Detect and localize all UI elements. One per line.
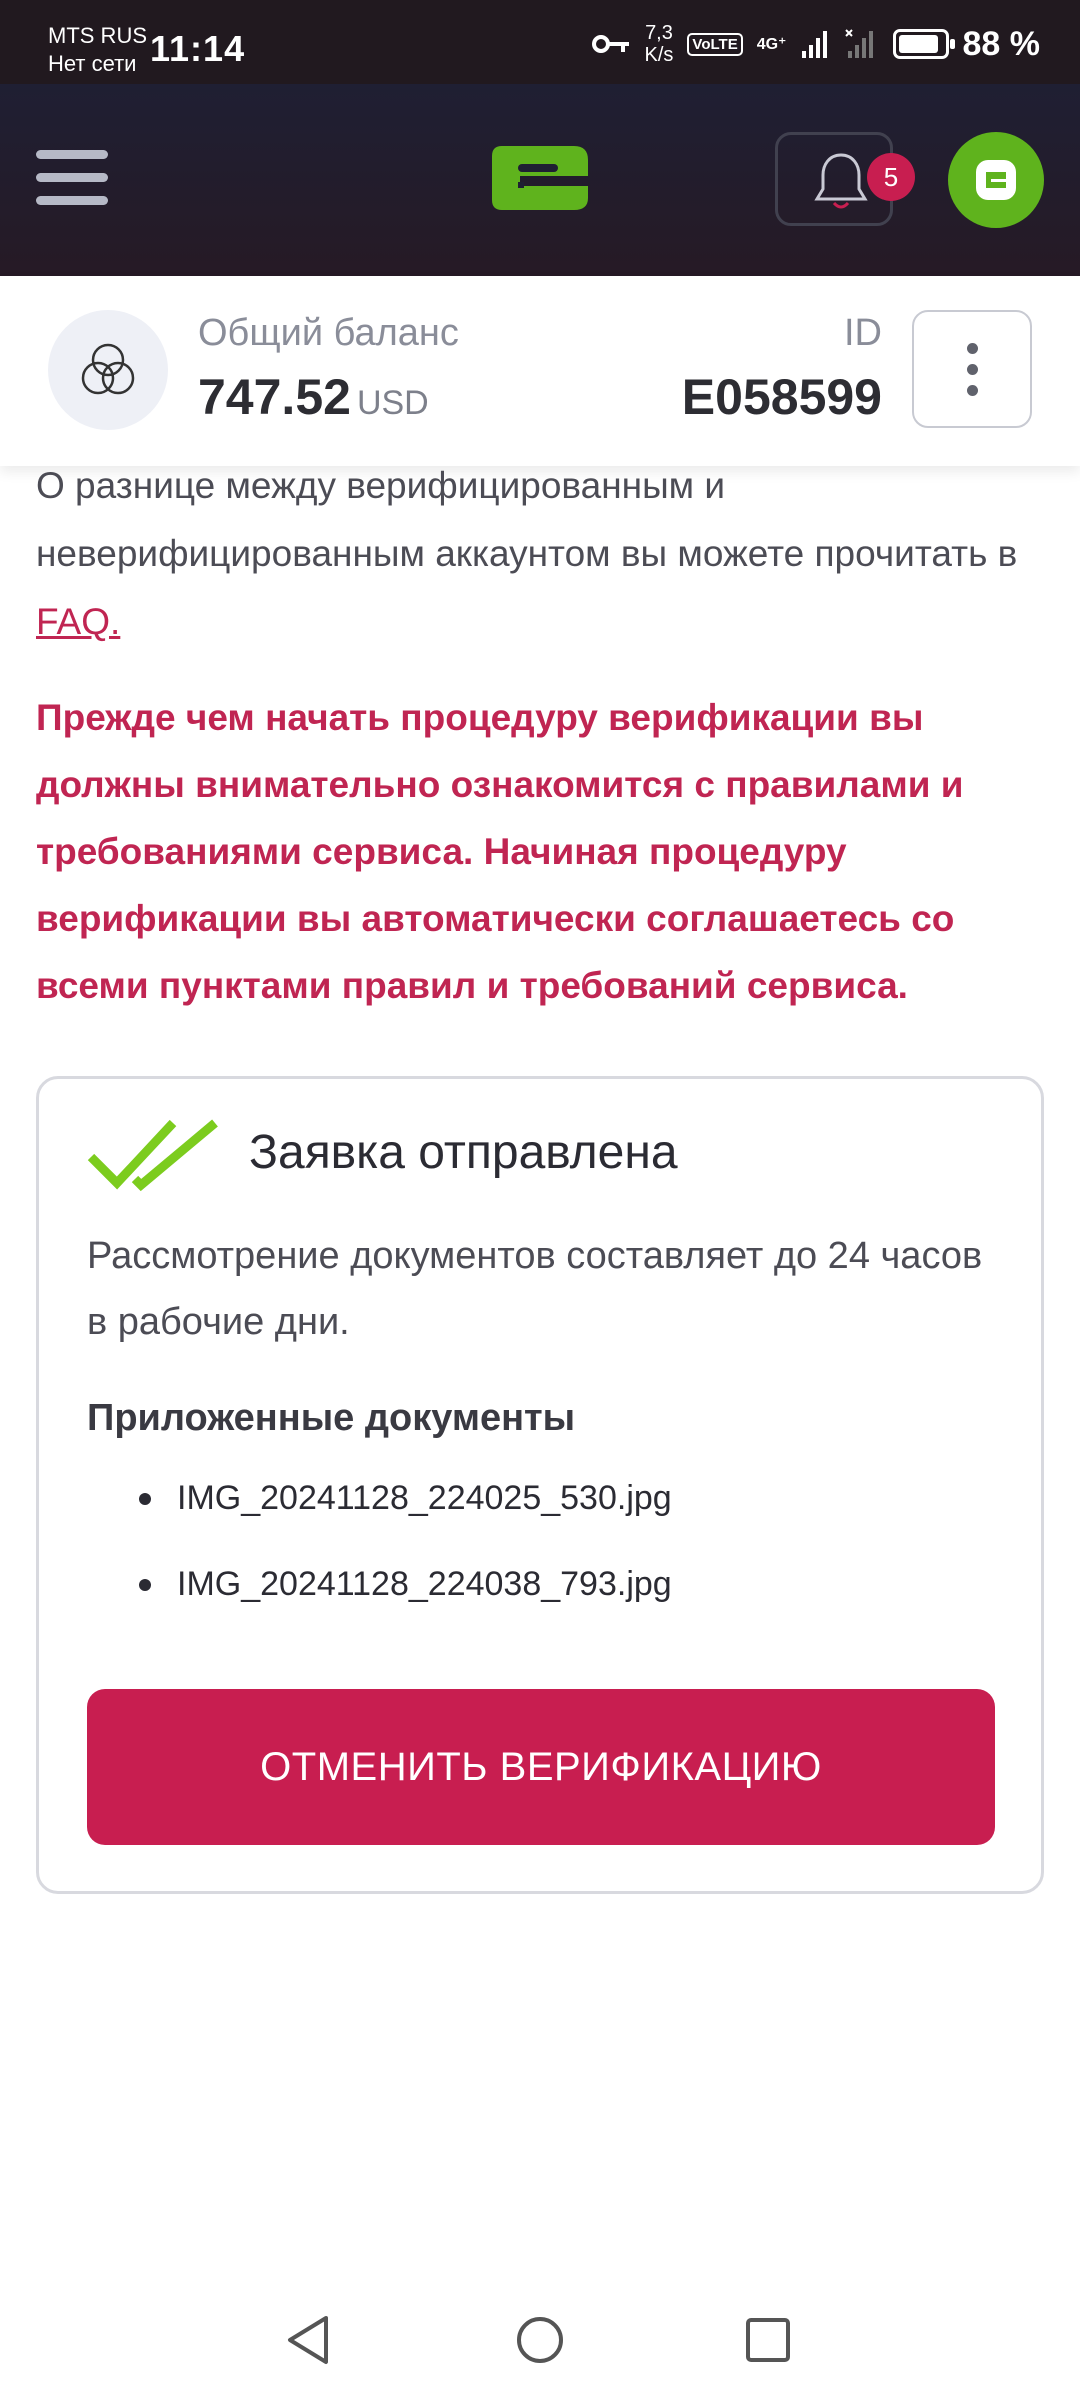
triple-circle-icon xyxy=(48,310,168,430)
signal-no-sim-icon xyxy=(844,29,879,59)
system-nav-bar xyxy=(0,2280,1080,2400)
list-item: IMG_20241128_224025_530.jpg xyxy=(139,1479,672,1565)
clock: 11:14 xyxy=(150,28,246,69)
document-name: IMG_20241128_224025_530.jpg xyxy=(177,1479,672,1517)
account-id-value: E058599 xyxy=(681,369,882,425)
nav-back-button[interactable] xyxy=(268,2300,348,2380)
carrier-status: Нет сети xyxy=(48,51,137,76)
hamburger-icon xyxy=(36,150,108,159)
bell-icon xyxy=(814,153,868,209)
cancel-verification-button[interactable]: ОТМЕНИТЬ ВЕРИФИКАЦИЮ xyxy=(87,1689,995,1845)
bullet-icon xyxy=(139,1493,151,1505)
intro-paragraph: О разнице между верифицированным и невер… xyxy=(36,452,1046,656)
faq-link[interactable]: FAQ. xyxy=(36,601,120,642)
recents-square-icon xyxy=(746,2318,790,2362)
key-icon xyxy=(591,33,631,55)
battery-percent: 88 % xyxy=(962,24,1041,63)
nav-recents-button[interactable] xyxy=(728,2300,808,2380)
battery-fill xyxy=(898,35,938,53)
wallet-icon xyxy=(976,160,1016,200)
account-id-label: ID xyxy=(844,312,882,354)
balance-amount: 747.52 USD xyxy=(198,368,429,426)
balance-label: Общий баланс xyxy=(198,312,459,354)
home-circle-icon xyxy=(517,2317,563,2363)
attached-docs-title: Приложенные документы xyxy=(87,1397,576,1439)
back-triangle-icon xyxy=(288,2316,328,2364)
profile-button[interactable] xyxy=(948,132,1044,228)
double-check-icon xyxy=(87,1117,221,1202)
carrier-name: MTS RUS xyxy=(48,23,147,48)
bullet-icon xyxy=(139,1579,151,1591)
verification-warning: Прежде чем начать процедуру верификации … xyxy=(36,697,964,1006)
intro-text: О разнице между верифицированным и невер… xyxy=(36,465,1018,574)
more-options-button[interactable] xyxy=(912,310,1032,428)
status-icons: 7,3 K/s VoLTE 4G⁺ 88 % xyxy=(591,22,1040,66)
balance-panel: Общий баланс 747.52 USD ID E058599 xyxy=(0,276,1080,466)
brand-logo[interactable] xyxy=(488,142,592,214)
verification-status-card: Заявка отправлена Рассмотрение документо… xyxy=(36,1076,1044,1894)
nav-home-button[interactable] xyxy=(500,2300,580,2380)
volte-badge: VoLTE xyxy=(687,32,743,56)
signal-icon xyxy=(801,29,831,59)
network-type: 4G⁺ xyxy=(756,36,787,53)
menu-button[interactable] xyxy=(36,150,108,208)
list-item: IMG_20241128_224038_793.jpg xyxy=(139,1565,672,1651)
carrier-info: MTS RUS Нет сети xyxy=(48,22,147,78)
notification-badge: 5 xyxy=(867,153,915,201)
kebab-icon xyxy=(966,342,978,354)
attached-docs-list: IMG_20241128_224025_530.jpg IMG_20241128… xyxy=(139,1479,672,1651)
speed-value: 7,3 xyxy=(645,22,673,44)
network-speed: 7,3 K/s xyxy=(645,22,674,66)
screen: MTS RUS Нет сети 11:14 7,3 K/s VoLTE 4G⁺ xyxy=(0,0,1080,2400)
card-title: Заявка отправлена xyxy=(249,1126,678,1179)
document-name: IMG_20241128_224038_793.jpg xyxy=(177,1565,672,1603)
speed-unit: K/s xyxy=(644,44,674,66)
review-time-text: Рассмотрение документов составляет до 24… xyxy=(87,1235,983,1343)
balance-currency: USD xyxy=(356,384,429,422)
balance-value: 747.52 xyxy=(198,369,351,425)
app-header: 5 xyxy=(0,84,1080,276)
battery-icon xyxy=(892,29,955,59)
status-bar: MTS RUS Нет сети 11:14 7,3 K/s VoLTE 4G⁺ xyxy=(0,0,1080,84)
